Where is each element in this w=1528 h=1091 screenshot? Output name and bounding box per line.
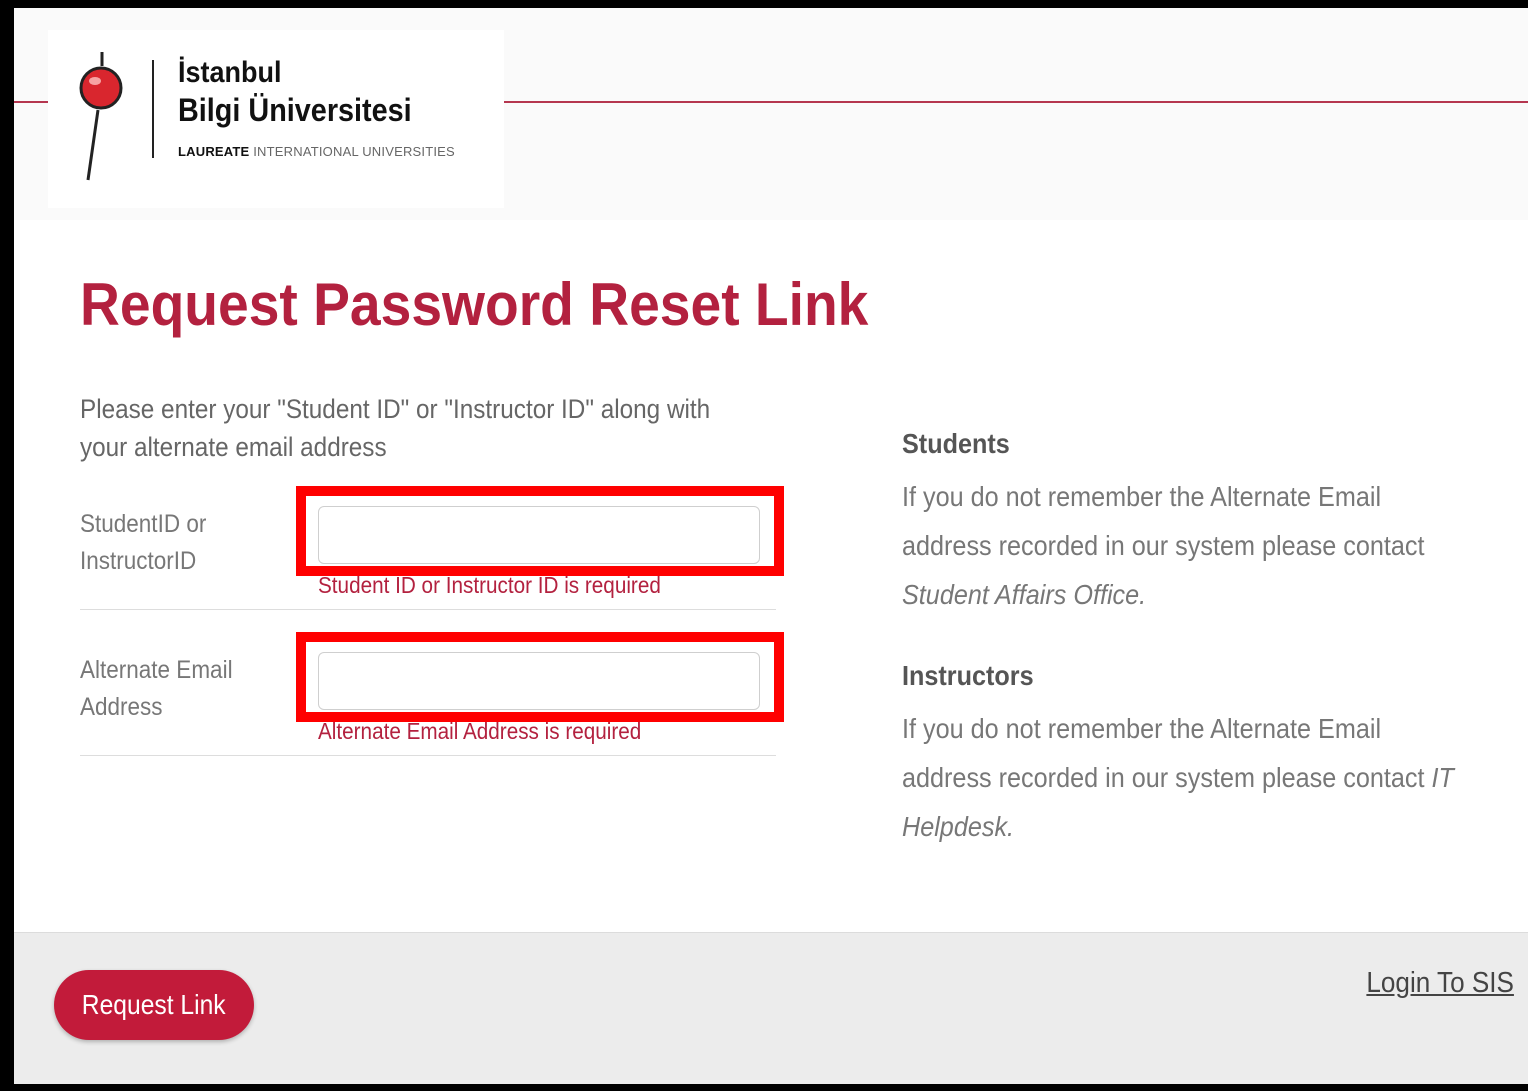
id-error-message: Student ID or Instructor ID is required: [318, 572, 661, 598]
instructors-heading: Instructors: [902, 660, 1034, 691]
request-link-button[interactable]: Request Link: [54, 970, 254, 1040]
id-input[interactable]: [318, 506, 760, 564]
instructors-help-text: If you do not remember the Alternate Ema…: [902, 704, 1460, 851]
logo-tagline-bold: LAUREATE: [178, 144, 250, 159]
logo-divider: [152, 60, 154, 158]
header-rule-left: [14, 101, 48, 103]
logo-tagline: LAUREATE INTERNATIONAL UNIVERSITIES: [178, 144, 455, 159]
email-input[interactable]: [318, 652, 760, 710]
email-form-row: Alternate Email Address Alternate Email …: [80, 652, 776, 756]
students-contact: Student Affairs Office.: [902, 579, 1147, 610]
logo-text-bilgi: Bilgi Üniversitesi: [178, 92, 412, 128]
instructors-help-body: If you do not remember the Alternate Ema…: [902, 713, 1432, 793]
email-error-message: Alternate Email Address is required: [318, 718, 642, 744]
page-frame: İstanbul Bilgi Üniversitesi LAUREATE INT…: [14, 8, 1528, 1084]
login-to-sis-link[interactable]: Login To SIS: [1366, 967, 1514, 1000]
bilgi-logo-icon: [79, 52, 123, 181]
header-rule-right: [504, 101, 1528, 103]
id-form-row: StudentID or InstructorID Student ID or …: [80, 506, 776, 610]
logo-text-istanbul: İstanbul: [178, 56, 282, 89]
request-link-label: Request Link: [82, 989, 226, 1020]
students-help-body: If you do not remember the Alternate Ema…: [902, 481, 1425, 561]
university-logo[interactable]: İstanbul Bilgi Üniversitesi LAUREATE INT…: [48, 30, 504, 208]
intro-text: Please enter your "Student ID" or "Instr…: [80, 394, 711, 462]
id-field-label: StudentID or InstructorID: [80, 510, 207, 575]
header: İstanbul Bilgi Üniversitesi LAUREATE INT…: [14, 8, 1528, 220]
students-help-text: If you do not remember the Alternate Ema…: [902, 472, 1460, 619]
email-field-label: Alternate Email Address: [80, 656, 233, 721]
page-title: Request Password Reset Link: [80, 271, 869, 338]
footer-bar: Request Link Login To SIS: [14, 932, 1528, 1084]
students-heading: Students: [902, 428, 1010, 459]
logo-tagline-rest: INTERNATIONAL UNIVERSITIES: [249, 144, 455, 159]
